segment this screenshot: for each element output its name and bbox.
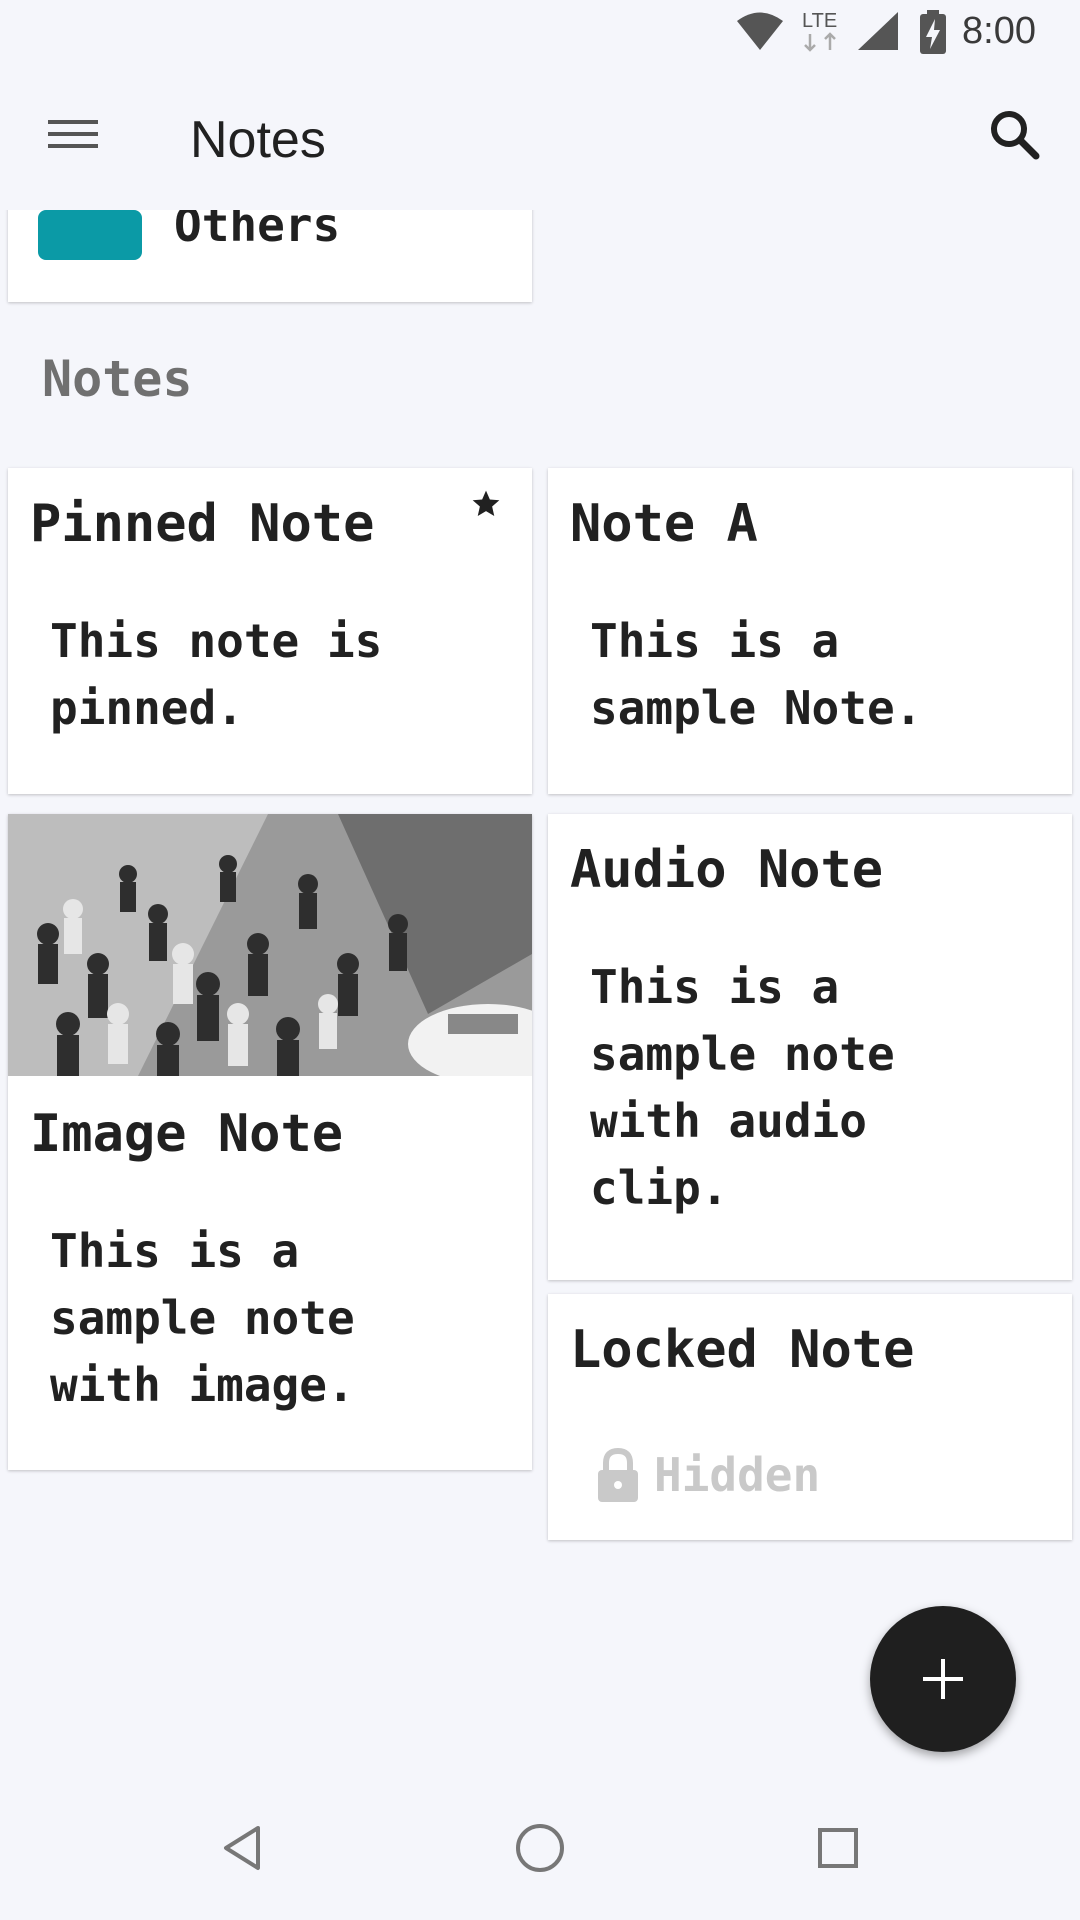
wifi-icon xyxy=(737,12,783,50)
note-card-image[interactable]: Image Note This is a sample note with im… xyxy=(8,814,532,1470)
app-bar: Notes xyxy=(0,64,1080,210)
signal-icon xyxy=(858,12,898,50)
lock-icon xyxy=(598,1448,638,1502)
folder-color-swatch xyxy=(38,210,142,260)
status-bar: LTE 8:00 xyxy=(0,0,1080,64)
recents-icon xyxy=(818,1828,858,1868)
note-title: Image Note xyxy=(30,1104,344,1164)
search-button[interactable] xyxy=(980,100,1050,170)
note-card-locked[interactable]: Locked Note Hidden xyxy=(548,1294,1072,1540)
back-icon xyxy=(224,1826,260,1870)
back-button[interactable] xyxy=(204,1810,280,1886)
lte-arrows-icon xyxy=(804,32,836,52)
note-body: This is a sample Note. xyxy=(590,614,923,735)
home-button[interactable] xyxy=(502,1810,578,1886)
folder-label: Others xyxy=(174,210,341,252)
add-note-button[interactable] xyxy=(870,1606,1016,1752)
note-card-note-a[interactable]: Note A This is a sample Note. xyxy=(548,468,1072,794)
notes-content[interactable]: Others Notes Pinned Note This note is pi… xyxy=(0,210,1080,1770)
recents-button[interactable] xyxy=(800,1810,876,1886)
menu-button[interactable] xyxy=(36,104,110,164)
note-body: This is a sample note with audio clip. xyxy=(590,960,895,1215)
note-title: Locked Note xyxy=(570,1320,915,1380)
search-icon xyxy=(991,111,1040,160)
page-title: Notes xyxy=(190,111,326,169)
home-icon xyxy=(516,1824,564,1872)
note-image xyxy=(8,814,532,1084)
folder-card-others[interactable]: Others xyxy=(8,210,532,302)
locked-label: Hidden xyxy=(654,1448,821,1502)
note-body: This is a sample note with image. xyxy=(50,1224,355,1412)
note-title: Note A xyxy=(570,494,758,554)
note-card-audio[interactable]: Audio Note This is a sample note with au… xyxy=(548,814,1072,1280)
plus-icon xyxy=(923,1659,963,1699)
system-nav-bar xyxy=(0,1774,1080,1920)
note-title: Audio Note xyxy=(570,840,884,900)
pin-star-icon xyxy=(472,490,500,516)
note-card-pinned[interactable]: Pinned Note This note is pinned. xyxy=(8,468,532,794)
status-time: 8:00 xyxy=(962,10,1036,52)
battery-charging-icon xyxy=(920,10,946,54)
note-body: This note is pinned. xyxy=(50,614,383,735)
section-header: Notes xyxy=(42,350,193,408)
hamburger-menu-icon xyxy=(48,120,98,148)
note-title: Pinned Note xyxy=(30,494,375,554)
lte-label: LTE xyxy=(802,10,838,32)
